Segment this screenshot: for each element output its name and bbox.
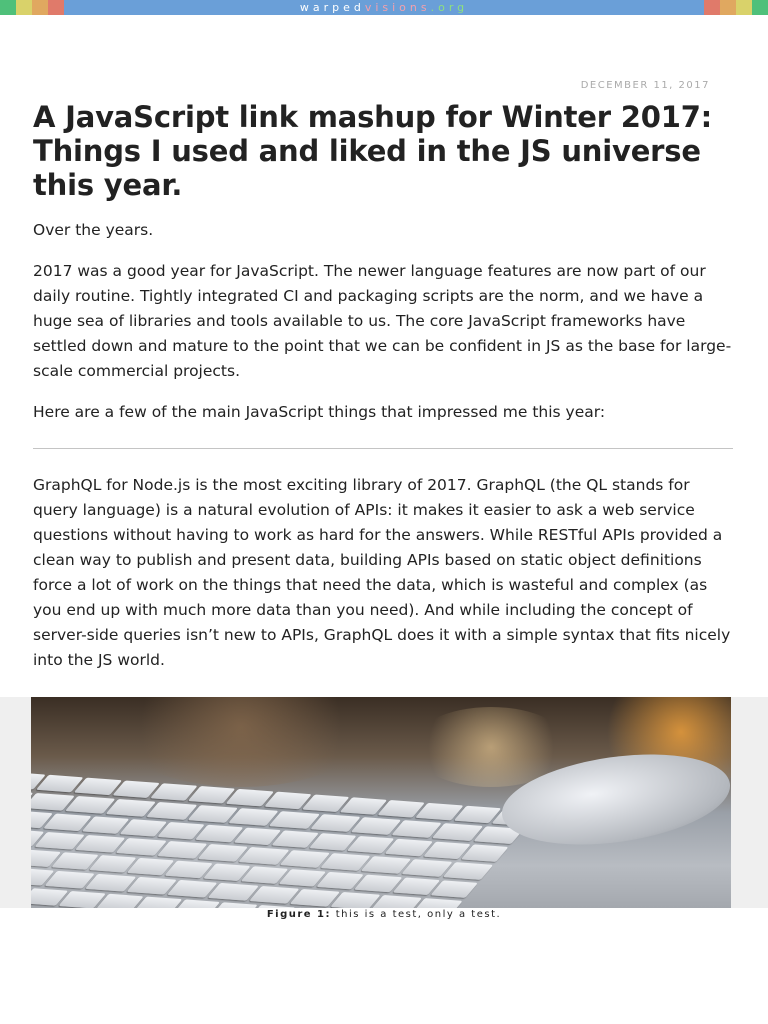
body-paragraph-2: Here are a few of the main JavaScript th… <box>33 403 606 421</box>
post-title: A JavaScript link mashup for Winter 2017… <box>33 100 713 202</box>
figure-caption-label: Figure 1: <box>266 909 332 920</box>
intro-paragraph: Over the years. <box>33 221 154 239</box>
post-date: DECEMBER 11, 2017 <box>580 80 710 91</box>
figure-caption: Figure 1: this is a test, only a test. <box>0 909 768 920</box>
body-paragraph-3: GraphQL for Node.js is the most exciting… <box>33 476 731 669</box>
section-divider <box>33 448 733 449</box>
keyboard-mouse-photo <box>31 697 731 908</box>
body-paragraph-1: 2017 was a good year for JavaScript. The… <box>33 262 732 380</box>
site-logo-link[interactable]: warpedvisions.org <box>0 0 768 15</box>
logo-text-part3: .org <box>430 1 469 14</box>
logo-text-part2: visions <box>364 1 431 14</box>
logo-text-part1: warped <box>299 1 365 14</box>
figure-caption-text: this is a test, only a test. <box>331 909 502 920</box>
